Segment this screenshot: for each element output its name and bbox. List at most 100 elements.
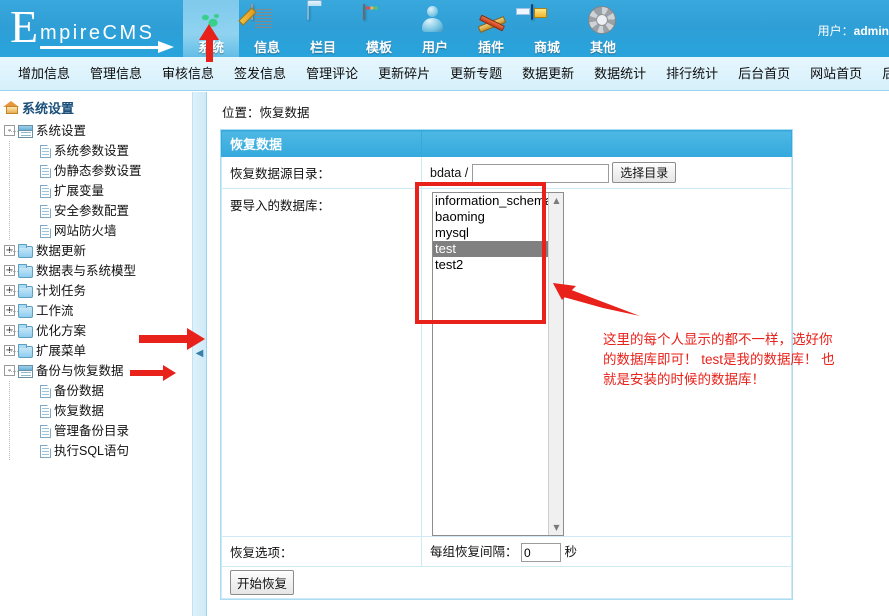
database-listbox[interactable]: information_schema baoming mysql test te… — [432, 192, 564, 536]
sidebar-item-label: 执行SQL语句 — [54, 444, 130, 458]
listbox-option[interactable]: test2 — [433, 257, 563, 273]
home-icon — [3, 98, 19, 114]
secondary-nav: 增加信息 管理信息 审核信息 签发信息 管理评论 更新碎片 更新专题 数据更新 … — [0, 57, 889, 91]
database-select-label: 要导入的数据库： — [221, 188, 422, 537]
sidebar-item-label: 管理备份目录 — [54, 424, 130, 438]
subnav-item-update-topic[interactable]: 更新专题 — [440, 57, 512, 90]
window-tree-icon — [18, 365, 33, 378]
nav-tab-template-label: 模板 — [365, 40, 392, 55]
nav-tab-shop[interactable]: 商城 — [519, 0, 575, 57]
subnav-item-issue-info[interactable]: 签发信息 — [224, 57, 296, 90]
tree-connector — [9, 401, 10, 421]
nav-tab-plugin[interactable]: 插件 — [463, 0, 519, 57]
tree-connector — [9, 181, 10, 201]
sidebar-item-security-config[interactable]: 安全参数配置 — [4, 201, 192, 221]
sidebar-item-firewall[interactable]: 网站防火墙 — [4, 221, 192, 241]
nav-tab-info[interactable]: 信息 — [239, 0, 295, 57]
sidebar-item-label: 系统设置 — [36, 124, 87, 138]
nav-tab-other[interactable]: 其他 — [575, 0, 631, 57]
page-icon — [40, 185, 51, 198]
sidebar-item-extension-vars[interactable]: 扩展变量 — [4, 181, 192, 201]
sidebar-item-label: 扩展菜单 — [36, 344, 87, 358]
globe-icon — [195, 5, 227, 37]
subnav-item-add-info[interactable]: 增加信息 — [8, 57, 80, 90]
interval-input[interactable] — [521, 543, 561, 563]
page-icon — [40, 145, 51, 158]
folder-tree-icon — [18, 304, 33, 318]
folder-tree-icon — [18, 344, 33, 358]
annotation-note: 这里的每个人显示的都不一样，选好你 的数据库即可！ test是我的数据库！ 也 … — [603, 330, 883, 390]
start-restore-button[interactable]: 开始恢复 — [230, 570, 295, 595]
sidebar-item-backup-data[interactable]: 备份数据 — [4, 381, 192, 401]
nav-tab-user[interactable]: 用户 — [407, 0, 463, 57]
sidebar-item-label: 扩展变量 — [54, 184, 105, 198]
sidebar-item-restore-data[interactable]: 恢复数据 — [4, 401, 192, 421]
nav-tab-system[interactable]: 系统 — [183, 0, 239, 57]
nav-tab-user-label: 用户 — [421, 40, 448, 55]
sidebar-collapse-handle[interactable]: ◀ — [193, 92, 207, 616]
restore-options-label: 恢复选项： — [221, 536, 422, 567]
listbox-option[interactable]: information_schema — [433, 193, 563, 209]
app-logo: E mpireCMS — [8, 4, 183, 54]
listbox-option-selected[interactable]: test — [433, 241, 563, 257]
subnav-item-audit-info[interactable]: 审核信息 — [152, 57, 224, 90]
sidebar-item-run-sql[interactable]: 执行SQL语句 — [4, 441, 192, 461]
sidebar-item-data-update[interactable]: + 数据更新 — [4, 241, 192, 261]
row-submit: 开始恢复 — [221, 566, 792, 599]
sidebar-item-system-settings[interactable]: - 系统设置 — [4, 121, 192, 141]
sidebar-title-label: 系统设置 — [22, 101, 75, 116]
subnav-item-admin-home[interactable]: 后台首页 — [728, 57, 800, 90]
listbox-option[interactable]: baoming — [433, 209, 563, 225]
sidebar-item-optimization[interactable]: + 优化方案 — [4, 321, 192, 341]
sidebar-item-scheduled-tasks[interactable]: + 计划任务 — [4, 281, 192, 301]
sidebar-item-label: 优化方案 — [36, 324, 87, 338]
sidebar-item-backup-restore[interactable]: - 备份与恢复数据 — [4, 361, 192, 381]
nav-tab-plugin-label: 插件 — [477, 40, 504, 55]
logo-arrow-icon — [40, 41, 180, 53]
tools-icon — [475, 5, 507, 37]
nav-tab-column[interactable]: 栏目 — [295, 0, 351, 57]
tree-connector — [9, 201, 10, 221]
sidebar-item-label: 安全参数配置 — [54, 204, 130, 218]
sidebar-tree: - 系统设置 系统参数设置 伪静态参数设置 扩展变量 安全参数配置 网站防火墙 … — [0, 121, 192, 461]
scroll-up-icon[interactable]: ▲ — [549, 193, 563, 208]
sidebar-item-tables-models[interactable]: + 数据表与系统模型 — [4, 261, 192, 281]
source-directory-input[interactable] — [471, 164, 609, 184]
scroll-down-icon[interactable]: ▼ — [549, 520, 563, 535]
subnav-item-manage-comments[interactable]: 管理评论 — [296, 57, 368, 90]
subnav-item-data-update[interactable]: 数据更新 — [512, 57, 584, 90]
sidebar-item-label: 备份与恢复数据 — [36, 364, 124, 378]
subnav-item-update-fragment[interactable]: 更新碎片 — [368, 57, 440, 90]
folder-tree-icon — [18, 284, 33, 298]
subnav-item-site-home[interactable]: 网站首页 — [800, 57, 872, 90]
subnav-item-rank-stats[interactable]: 排行统计 — [656, 57, 728, 90]
annotation-note-line1: 这里的每个人显示的都不一样，选好你 — [603, 332, 833, 347]
chevron-left-icon: ◀ — [195, 348, 204, 359]
annotation-note-line2: 的数据库即可！ test是我的数据库！ 也 — [603, 352, 835, 367]
page-icon — [40, 225, 51, 238]
listbox-option[interactable]: mysql — [433, 225, 563, 241]
sidebar-item-manage-backup-dir[interactable]: 管理备份目录 — [4, 421, 192, 441]
nav-tab-shop-label: 商城 — [533, 40, 560, 55]
listbox-scrollbar[interactable]: ▲ ▼ — [548, 193, 563, 535]
sidebar-item-label: 计划任务 — [36, 284, 87, 298]
panel-header-spacer — [421, 130, 792, 157]
page-icon — [40, 385, 51, 398]
logo-text: mpireCMS — [40, 22, 155, 44]
restore-options-cell: 每组恢复间隔： 秒 — [421, 536, 792, 567]
tree-connector — [9, 141, 10, 161]
subnav-item-admin-map[interactable]: 后台地图 — [872, 57, 889, 90]
choose-directory-button[interactable]: 选择目录 — [612, 161, 677, 183]
nav-tab-info-label: 信息 — [253, 40, 280, 55]
tree-connector — [9, 161, 10, 181]
user-icon — [419, 5, 451, 37]
sidebar-item-workflow[interactable]: + 工作流 — [4, 301, 192, 321]
sidebar-item-system-params[interactable]: 系统参数设置 — [4, 141, 192, 161]
folder-icon — [307, 4, 339, 37]
sidebar-item-extension-menu[interactable]: + 扩展菜单 — [4, 341, 192, 361]
subnav-item-data-stats[interactable]: 数据统计 — [584, 57, 656, 90]
subnav-item-manage-info[interactable]: 管理信息 — [80, 57, 152, 90]
page-icon — [40, 445, 51, 458]
sidebar-item-rewrite-params[interactable]: 伪静态参数设置 — [4, 161, 192, 181]
nav-tab-template[interactable]: 模板 — [351, 0, 407, 57]
